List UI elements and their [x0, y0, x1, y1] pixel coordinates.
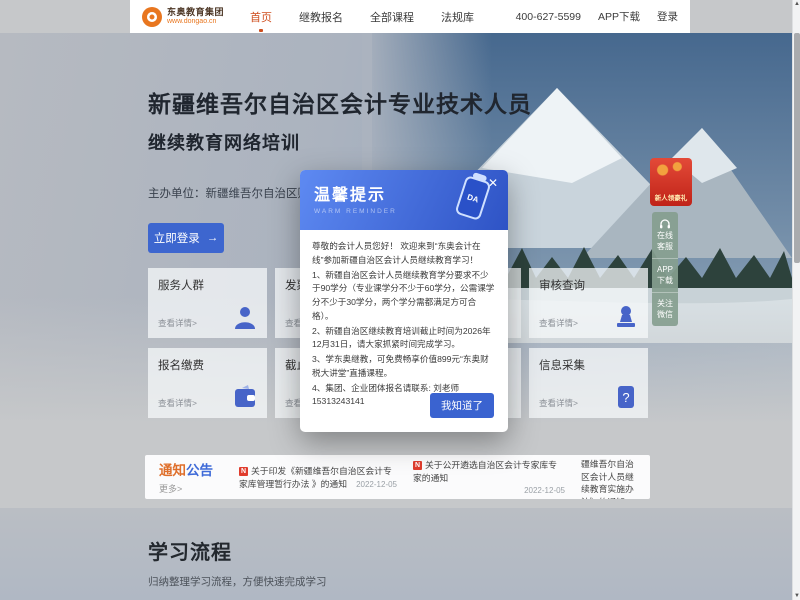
wallet-icon — [232, 384, 258, 410]
notice-bar: 通知公告 更多> N关于印发《新疆维吾尔自治区会计专家库管理暂行办法 》的通知 … — [145, 455, 650, 499]
close-icon[interactable]: ✕ — [486, 174, 500, 192]
notice-title-part1: 通知 — [159, 463, 186, 478]
new-user-promo-badge[interactable]: 新人领豪礼 — [650, 158, 692, 206]
da-logo-text: DA — [466, 192, 480, 204]
notice-item-title[interactable]: 关于印发《新疆维吾尔自治区会计人员继续教育实施办法》的通知 — [581, 455, 634, 499]
nav-item-enroll[interactable]: 继教报名 — [299, 9, 343, 25]
dialog-header: 温馨提示 WARM REMINDER DA ✕ — [300, 170, 508, 230]
scroll-down-arrow[interactable]: ▼ — [793, 592, 800, 600]
app-download-button[interactable]: APP 下载 — [652, 258, 678, 292]
dialog-body: 尊敬的会计人员您好！ 欢迎来到“东奥会计在线”参加新疆自治区会计人员继续教育学习… — [300, 230, 508, 432]
login-now-button[interactable]: 立即登录 → — [148, 223, 224, 253]
login-now-label: 立即登录 — [154, 230, 200, 246]
wechat-follow-button[interactable]: 关注 微信 — [652, 292, 678, 326]
notice-item[interactable]: 关于印发《新疆维吾尔自治区会计人员继续教育实施办法》的通知 — [581, 455, 636, 499]
learning-process-subtitle: 归纳整理学习流程，方便快速完成学习 — [148, 574, 327, 589]
logo-name: 东奥教育集团 — [167, 8, 224, 18]
sidebar-label: 在线 — [657, 231, 673, 241]
main-menu: 首页 继教报名 全部课程 法规库 — [250, 9, 474, 25]
card-label: 审核查询 — [539, 277, 638, 293]
notice-title-part2: 公告 — [186, 463, 213, 478]
sidebar-label: 客服 — [657, 242, 673, 252]
notice-more-link[interactable]: 更多> — [159, 482, 223, 495]
logo-icon — [142, 7, 162, 27]
reminder-paragraph: 尊敬的会计人员您好！ 欢迎来到“东奥会计在线”参加新疆自治区会计人员继续教育学习… — [312, 240, 496, 268]
navbar: 东奥教育集团 www.dongao.cn 首页 继教报名 全部课程 法规库 40… — [0, 0, 792, 33]
confirm-button[interactable]: 我知道了 — [430, 393, 494, 418]
notice-header: 通知公告 更多> — [159, 459, 223, 495]
webpage: 东奥教育集团 www.dongao.cn 首页 继教报名 全部课程 法规库 40… — [0, 0, 792, 600]
hero-subtitle: 继续教育网络培训 — [148, 129, 300, 155]
learning-process-title: 学习流程 — [148, 536, 232, 565]
sidebar-label: APP — [657, 265, 673, 275]
scroll-up-arrow[interactable]: ▲ — [793, 0, 800, 8]
sidebar-label: 下载 — [657, 276, 673, 286]
card-details-link[interactable]: 查看详情> — [539, 317, 578, 329]
reminder-paragraph: 3、学东奥继教，可免费畅享价值899元“东奥财税大讲堂”直播课程。 — [312, 353, 496, 381]
nav-item-regulations[interactable]: 法规库 — [441, 9, 474, 25]
card-pay-enroll[interactable]: 报名缴费 查看详情> — [148, 348, 267, 418]
learning-process-section: 学习流程 归纳整理学习流程，方便快速完成学习 — [0, 508, 792, 600]
new-badge: N — [413, 461, 422, 470]
hero-title: 新疆维吾尔自治区会计专业技术人员 — [148, 85, 532, 119]
card-label: 服务人群 — [158, 277, 257, 293]
card-details-link[interactable]: 查看详情> — [158, 397, 197, 409]
stamp-icon — [613, 304, 639, 330]
active-indicator-dot — [259, 29, 263, 32]
card-review-query[interactable]: 审核查询 查看详情> — [529, 268, 648, 338]
sidebar-label: 微信 — [657, 310, 673, 320]
floating-sidebar: 在线 客服 APP 下载 关注 微信 — [652, 212, 678, 326]
card-info-collect[interactable]: 信息采集 查看详情> ? — [529, 348, 648, 418]
notice-item-title[interactable]: 关于公开遴选自治区会计专家库专家的通知 — [413, 460, 557, 483]
dongao-logo[interactable]: 东奥教育集团 www.dongao.cn — [142, 7, 224, 27]
card-label: 报名缴费 — [158, 357, 257, 373]
notice-title: 通知公告 — [159, 459, 223, 479]
nav-item-courses[interactable]: 全部课程 — [370, 9, 414, 25]
online-service-button[interactable]: 在线 客服 — [652, 212, 678, 258]
headset-icon — [659, 218, 671, 229]
warm-reminder-dialog: 温馨提示 WARM REMINDER DA ✕ 尊敬的会计人员您好！ 欢迎来到“… — [300, 170, 508, 432]
svg-text:?: ? — [622, 390, 629, 405]
card-details-link[interactable]: 查看详情> — [158, 317, 197, 329]
logo-url: www.dongao.cn — [167, 18, 224, 26]
notice-item-date: 2022-12-05 — [413, 486, 565, 495]
card-details-link[interactable]: 查看详情> — [539, 397, 578, 409]
person-icon — [232, 304, 258, 330]
nav-right: 400-627-5599 APP下载 登录 — [516, 9, 678, 24]
notice-item[interactable]: N关于印发《新疆维吾尔自治区会计专家库管理暂行办法 》的通知 2022-12-0… — [239, 465, 397, 490]
reminder-paragraph: 2、新疆自治区继续教育培训截止时间为2026年12月31日，请大家抓紧时间完成学… — [312, 325, 496, 353]
reminder-paragraph: 1、新疆自治区会计人员继续教育学分要求不少于90学分（专业课学分不少于60学分，… — [312, 269, 496, 324]
vertical-scrollbar[interactable]: ▲ ▼ — [792, 0, 800, 600]
navbar-inner: 东奥教育集团 www.dongao.cn 首页 继教报名 全部课程 法规库 40… — [130, 0, 690, 33]
new-badge: N — [239, 467, 248, 476]
sidebar-label: 关注 — [657, 299, 673, 309]
service-phone: 400-627-5599 — [516, 11, 581, 23]
scrollbar-thumb[interactable] — [794, 33, 800, 263]
arrow-right-icon: → — [207, 232, 219, 244]
promo-label: 新人领豪礼 — [650, 192, 692, 202]
question-icon: ? — [613, 384, 639, 410]
browser-viewport: 东奥教育集团 www.dongao.cn 首页 继教报名 全部课程 法规库 40… — [0, 0, 800, 600]
notice-item[interactable]: N关于公开遴选自治区会计专家库专家的通知 2022-12-05 — [413, 459, 565, 495]
card-service-audience[interactable]: 服务人群 查看详情> — [148, 268, 267, 338]
card-label: 信息采集 — [539, 357, 638, 373]
login-link[interactable]: 登录 — [657, 9, 678, 24]
nav-item-home[interactable]: 首页 — [250, 9, 272, 25]
notice-item-date: 2022-12-05 — [239, 480, 397, 489]
app-download-link[interactable]: APP下载 — [598, 9, 640, 24]
